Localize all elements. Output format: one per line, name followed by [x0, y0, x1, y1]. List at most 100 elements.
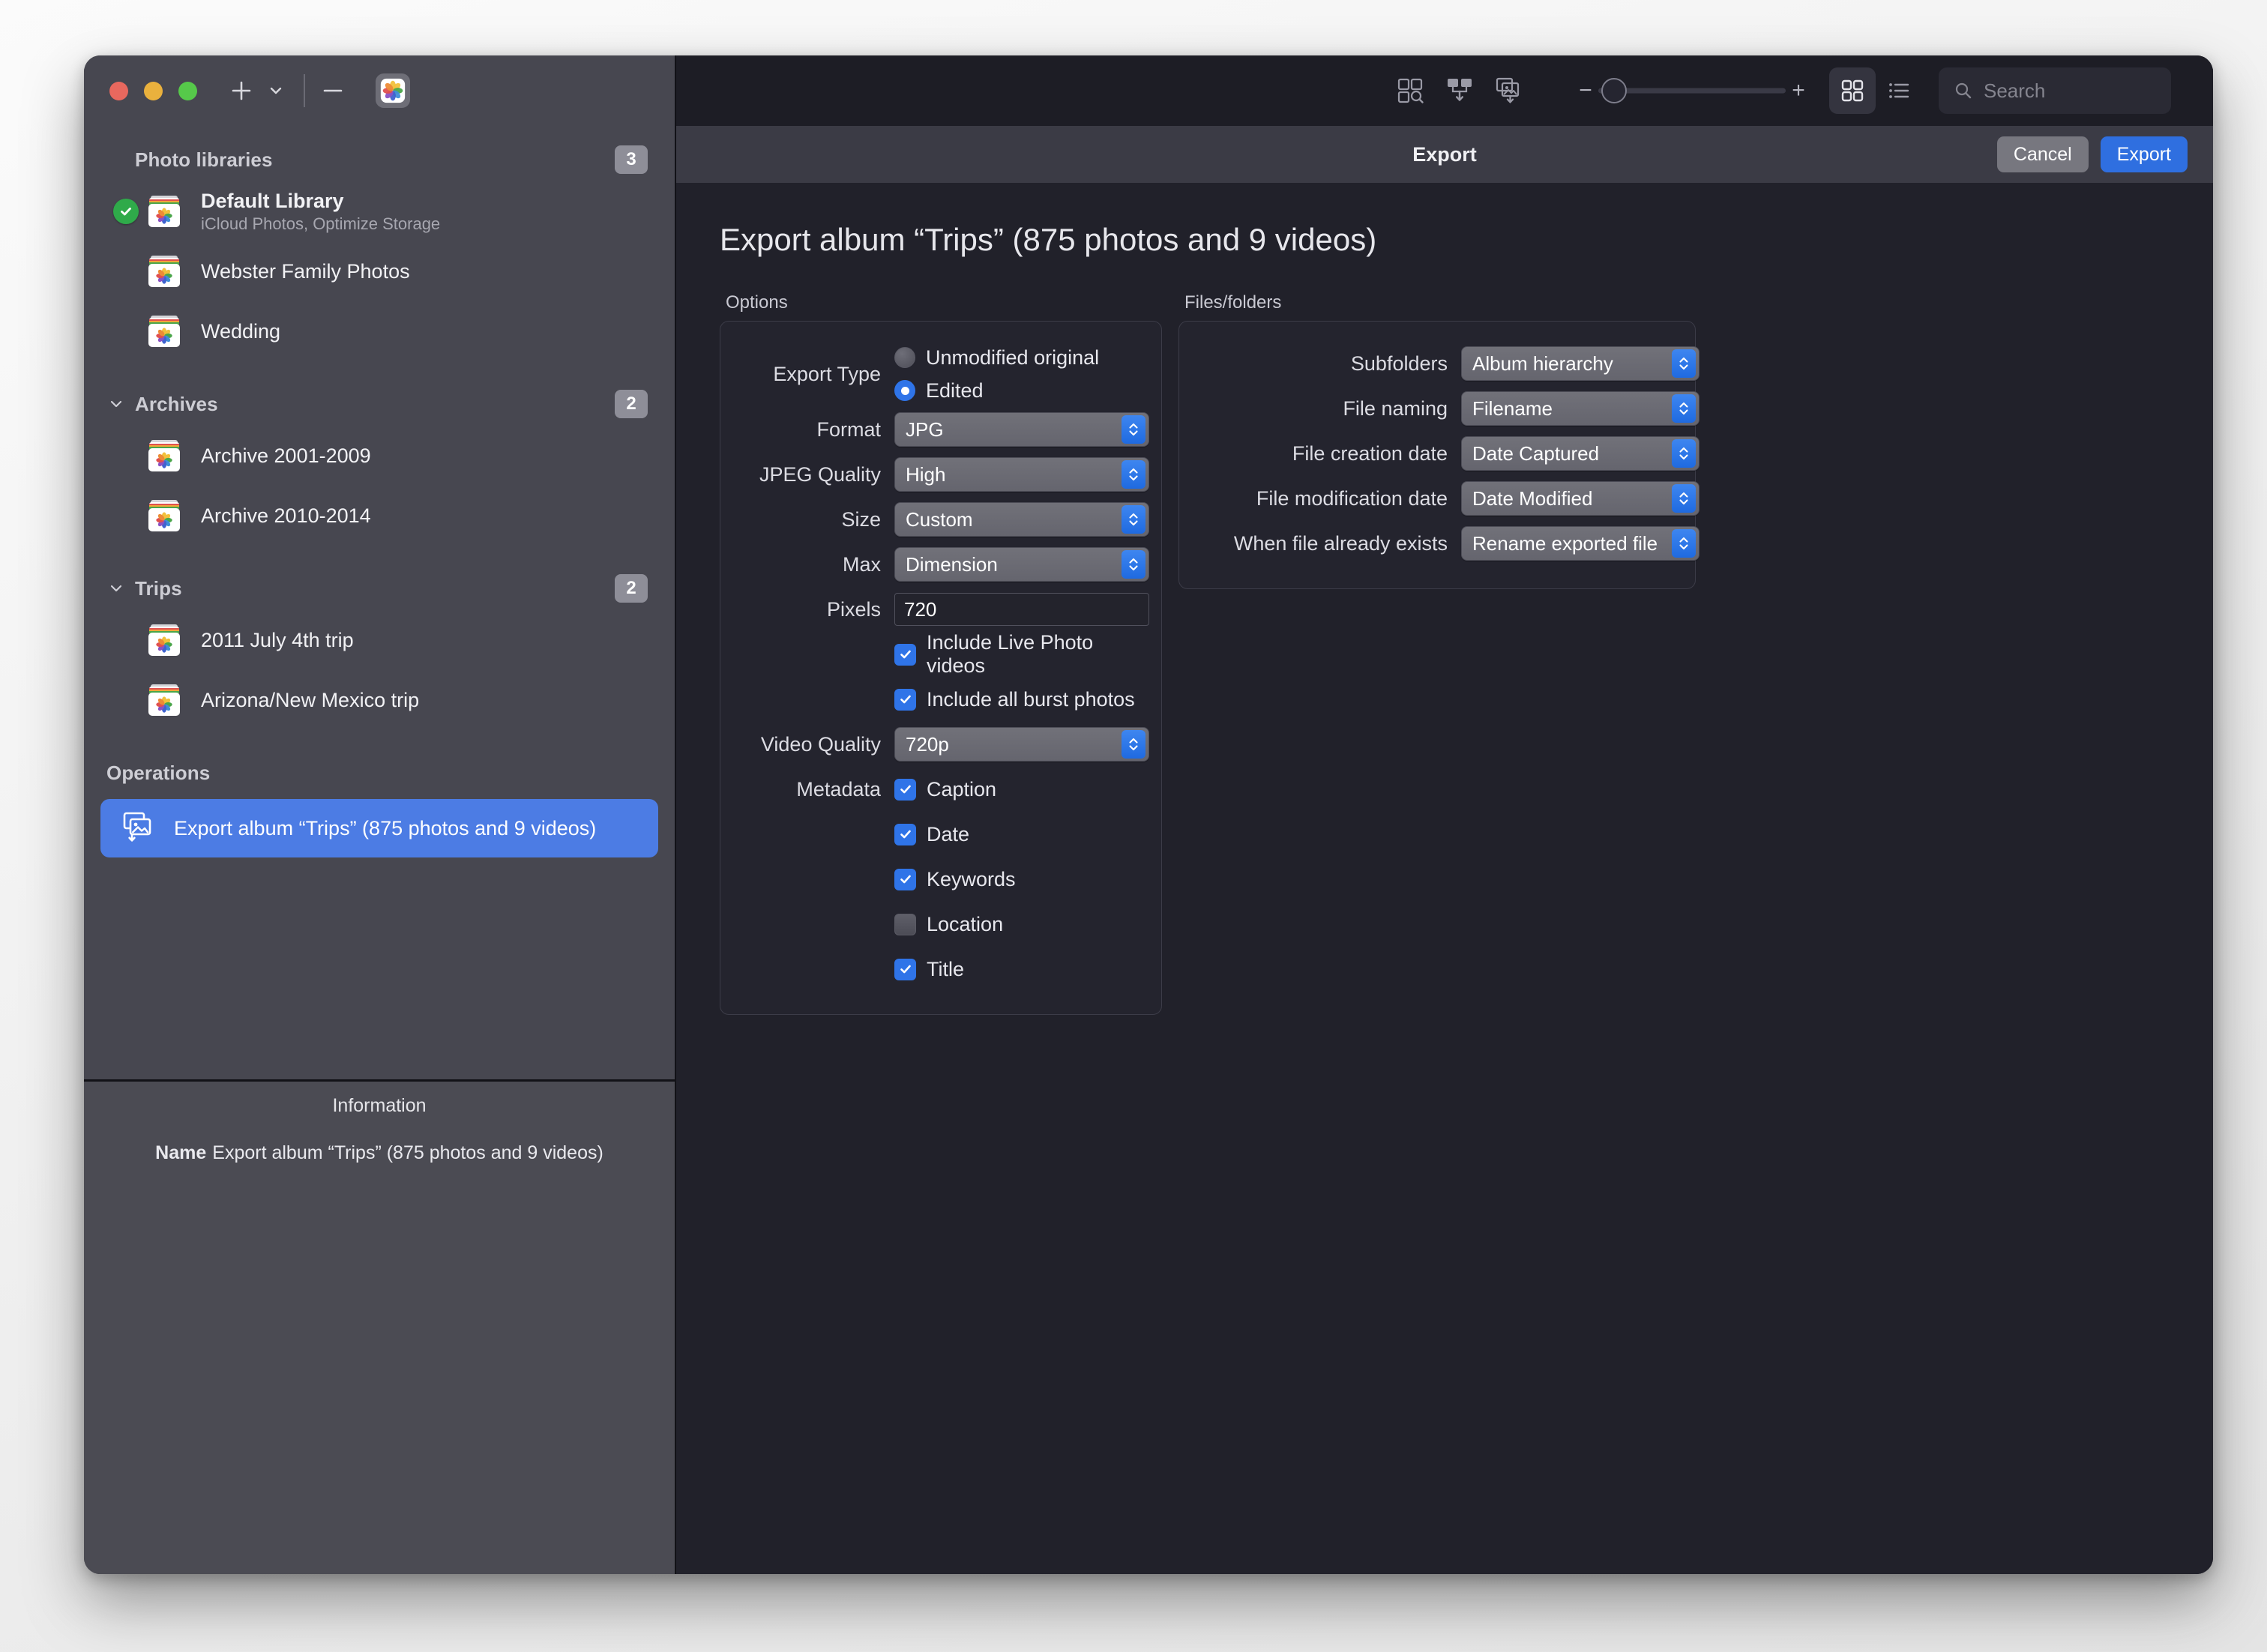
close-button[interactable]	[109, 81, 128, 100]
sidebar-list[interactable]: Photo libraries 3 Default Library iCloud…	[84, 126, 675, 1079]
video-quality-select[interactable]: 720p	[894, 727, 1149, 762]
checkbox-metadata-keywords[interactable]: Keywords	[894, 860, 1016, 898]
jpeg-quality-row: JPEG Quality High	[734, 452, 1149, 497]
radio-unmodified-original[interactable]: Unmodified original	[894, 341, 1099, 374]
sidebar: Photo libraries 3 Default Library iCloud…	[84, 55, 676, 1574]
sheet-buttons: Cancel Export	[1996, 136, 2188, 172]
file-modification-date-value: Date Modified	[1472, 486, 1593, 510]
include-burst-row: Include all burst photos	[734, 677, 1139, 722]
sidebar-item-arizona-new-mexico-trip[interactable]: Arizona/New Mexico trip	[84, 670, 675, 730]
information-name-row: Name Export album “Trips” (875 photos and…	[84, 1142, 675, 1164]
metadata-date-row: Date	[734, 812, 1139, 857]
files-panel-label: Files/folders	[1184, 292, 1282, 313]
when-file-exists-select[interactable]: Rename exported file	[1461, 526, 1700, 561]
merge-libraries-icon[interactable]	[1435, 67, 1484, 114]
library-subtitle: iCloud Photos, Optimize Storage	[201, 214, 441, 233]
when-file-exists-row: When file already exists Rename exported…	[1193, 521, 1700, 566]
slider-thumb[interactable]	[1601, 78, 1627, 103]
radio-edited[interactable]: Edited	[894, 374, 1099, 407]
file-naming-select[interactable]: Filename	[1461, 391, 1700, 426]
checkbox-metadata-date[interactable]: Date	[894, 816, 969, 853]
export-photos-icon[interactable]	[1484, 67, 1534, 114]
pixels-value: 720	[904, 597, 937, 621]
file-creation-date-label: File creation date	[1292, 441, 1448, 465]
chevron-up-down-icon	[1672, 349, 1696, 378]
sidebar-section-photo-libraries[interactable]: Photo libraries 3	[84, 138, 675, 181]
sidebar-item-webster-family-photos[interactable]: Webster Family Photos	[84, 241, 675, 301]
checkbox-label: Include Live Photo videos	[927, 631, 1094, 677]
sidebar-item-2011-july-4th-trip[interactable]: 2011 July 4th trip	[84, 610, 675, 670]
radio-circle	[894, 347, 915, 368]
sidebar-section-archives[interactable]: Archives 2	[84, 382, 675, 426]
chevron-down-icon[interactable]	[259, 71, 293, 110]
zoom-in-label[interactable]: +	[1786, 78, 1811, 103]
pixels-label: Pixels	[826, 597, 881, 621]
file-creation-date-row: File creation date Date Captured	[1193, 431, 1700, 476]
sheet-header: Export Cancel Export	[676, 126, 2213, 183]
jpeg-quality-select[interactable]: High	[894, 457, 1149, 492]
checkbox-box	[894, 688, 916, 711]
max-label: Max	[842, 552, 881, 576]
chevron-up-down-icon	[1122, 505, 1145, 534]
zoom-out-label[interactable]: −	[1573, 78, 1598, 103]
library-icon	[145, 313, 183, 350]
library-icon	[145, 621, 183, 659]
export-button[interactable]: Export	[2100, 136, 2188, 172]
sidebar-item-archive-2010-2014[interactable]: Archive 2010-2014	[84, 486, 675, 546]
checkbox-metadata-location[interactable]: Location	[894, 905, 1003, 943]
metadata-keywords-row: Keywords	[734, 857, 1139, 902]
search-icon	[1955, 82, 1972, 99]
pixels-input[interactable]: 720	[894, 593, 1149, 626]
checkbox-include-all-burst-photos[interactable]: Include all burst photos	[894, 681, 1135, 718]
max-select[interactable]: Dimension	[894, 547, 1149, 582]
library-name: Archive 2010-2014	[201, 504, 371, 527]
checkbox-metadata-caption[interactable]: Caption	[894, 771, 996, 808]
video-quality-row: Video Quality 720p	[734, 722, 1149, 767]
search-input[interactable]: Search	[1939, 67, 2171, 114]
sidebar-section-trips[interactable]: Trips 2	[84, 567, 675, 610]
chevron-up-down-icon	[1122, 460, 1145, 489]
format-select[interactable]: JPG	[894, 412, 1149, 447]
subfolders-value: Album hierarchy	[1472, 352, 1613, 375]
library-icon	[145, 497, 183, 534]
cancel-button[interactable]: Cancel	[1996, 136, 2089, 172]
file-creation-date-select[interactable]: Date Captured	[1461, 436, 1700, 471]
disclosure-icon[interactable]	[106, 394, 126, 414]
grid-view-icon[interactable]	[1829, 67, 1876, 114]
zoom-slider[interactable]	[1598, 76, 1786, 105]
sidebar-item-archive-2001-2009[interactable]: Archive 2001-2009	[84, 426, 675, 486]
options-panel-label: Options	[726, 292, 788, 313]
window-controls	[109, 81, 197, 100]
add-library-button[interactable]	[224, 71, 259, 110]
size-select[interactable]: Custom	[894, 502, 1149, 537]
checkbox-include-live-photo-videos[interactable]: Include Live Photo videos	[894, 631, 1139, 677]
sidebar-item-wedding[interactable]: Wedding	[84, 301, 675, 361]
file-modification-date-select[interactable]: Date Modified	[1461, 481, 1700, 516]
operation-label: Export album “Trips” (875 photos and 9 v…	[174, 816, 597, 839]
remove-library-button[interactable]	[316, 71, 350, 110]
find-duplicates-icon[interactable]	[1385, 67, 1435, 114]
when-file-exists-value: Rename exported file	[1472, 531, 1658, 555]
checkbox-metadata-title[interactable]: Title	[894, 950, 964, 988]
operation-item-export-album[interactable]: Export album “Trips” (875 photos and 9 v…	[100, 799, 658, 857]
list-view-icon[interactable]	[1876, 67, 1922, 114]
zoom-slider-group[interactable]: − +	[1573, 76, 1811, 105]
app-window: Photo libraries 3 Default Library iCloud…	[84, 55, 2213, 1574]
checkbox-box	[894, 778, 916, 801]
minimize-button[interactable]	[144, 81, 163, 100]
zoom-button[interactable]	[178, 81, 197, 100]
sidebar-item-default-library[interactable]: Default Library iCloud Photos, Optimize …	[84, 181, 675, 241]
information-name-label: Name	[155, 1142, 207, 1163]
information-title: Information	[332, 1095, 427, 1116]
subfolders-label: Subfolders	[1350, 352, 1448, 375]
information-pane: Information Name Export album “Trips” (87…	[84, 1079, 675, 1574]
format-label: Format	[816, 417, 881, 441]
format-row: Format JPG	[734, 407, 1149, 452]
section-title: Archives	[135, 392, 218, 415]
disclosure-icon[interactable]	[106, 579, 126, 598]
photos-app-icon[interactable]	[376, 73, 410, 108]
checkbox-label: Caption	[927, 777, 997, 801]
subfolders-select[interactable]: Album hierarchy	[1461, 346, 1700, 381]
library-name: Archive 2001-2009	[201, 444, 371, 467]
